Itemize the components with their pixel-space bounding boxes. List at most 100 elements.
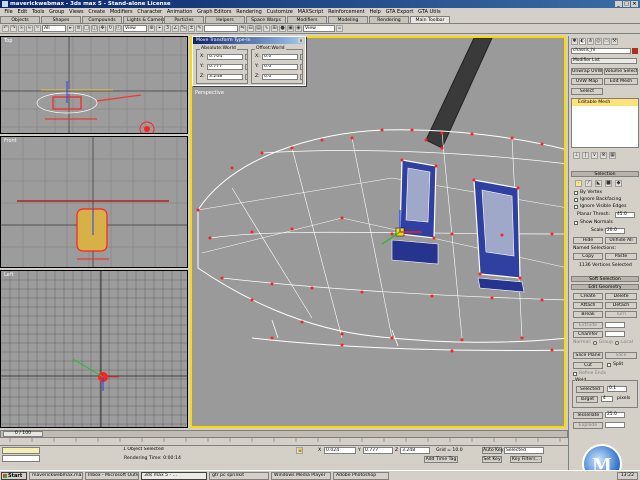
dialog-title[interactable]: Move Transform Type-In × (193, 37, 305, 44)
weld-threshold-input[interactable]: 0.1 (607, 386, 627, 392)
weld-selected-button[interactable]: Selected (576, 386, 604, 393)
menu-file[interactable]: File (2, 8, 15, 16)
menu-help[interactable]: Help (367, 8, 383, 16)
off-z-input[interactable] (262, 73, 298, 80)
tessellate-button[interactable]: Tessellate (573, 412, 603, 419)
polygon-mode-icon[interactable]: ■ (605, 180, 612, 187)
render-type-dropdown[interactable]: View (303, 25, 335, 32)
pivot-center-icon[interactable]: ⊕ (148, 25, 155, 32)
add-time-tag-button[interactable]: Add Time Tag (424, 456, 458, 463)
menu-customize[interactable]: Customize (264, 8, 295, 16)
menu-edit[interactable]: Edit (15, 8, 29, 16)
weld-target-button[interactable]: Target (576, 396, 598, 403)
align-icon[interactable]: ⊟ (247, 25, 254, 32)
task-maverick[interactable]: maverickwebmax.max - 3... (29, 471, 83, 480)
menu-rendering[interactable]: Rendering (234, 8, 264, 16)
scale-icon[interactable]: ◰ (115, 25, 122, 32)
teapot-render-icon[interactable]: ☕ (336, 25, 343, 32)
rotate-icon[interactable]: ↻ (107, 25, 114, 32)
turn-button[interactable]: Turn (605, 311, 637, 318)
tab-main-toolbar[interactable]: Main Toolbar (410, 16, 450, 23)
edge-mode-icon[interactable]: ⁄ (585, 180, 592, 187)
time-slider-thumb[interactable]: 0 / 100 (3, 431, 43, 437)
display-tab-icon[interactable]: ▭ (603, 38, 610, 45)
key-mode-dropdown[interactable]: Selected (504, 447, 544, 454)
motion-tab-icon[interactable]: ◎ (595, 38, 602, 45)
weld-target-pixels-input[interactable]: 4 (601, 396, 613, 402)
edit-mesh-button[interactable]: Edit Mesh (604, 78, 638, 85)
maximize-icon[interactable]: □ (623, 1, 630, 7)
select-button[interactable]: Select (571, 88, 603, 95)
refine-ends-checkbox[interactable] (573, 372, 577, 376)
delete-button[interactable]: Delete (605, 293, 637, 300)
show-end-result-icon[interactable]: | (582, 152, 589, 159)
selection-rollout[interactable]: Selection (571, 171, 639, 177)
select-by-name-icon[interactable]: ≡ (75, 25, 82, 32)
modify-tab-icon[interactable]: ◐ (579, 38, 586, 45)
abs-x-spinner[interactable] (245, 53, 248, 60)
menu-reinforcement[interactable]: Reinforcement (326, 8, 367, 16)
tab-objects[interactable]: Objects (0, 16, 40, 23)
break-button[interactable]: Break (573, 311, 603, 318)
unwrap-uvw-button[interactable]: Unwrap UVW (571, 68, 603, 75)
rect-selection-icon[interactable]: □ (83, 25, 90, 32)
angle-snap-icon[interactable]: ∠ (172, 25, 179, 32)
abs-x-input[interactable] (207, 53, 243, 60)
modifier-list-dropdown[interactable]: Modifier List (571, 58, 637, 64)
normal-group-radio[interactable] (593, 341, 597, 345)
scale-input[interactable]: 20.0 (605, 228, 625, 234)
remove-modifier-icon[interactable]: ⊗ (600, 152, 607, 159)
menu-gta-utils[interactable]: GTA Utils (416, 8, 443, 16)
detach-button[interactable]: Detach (605, 302, 637, 309)
menu-group[interactable]: Group (47, 8, 67, 16)
render-scene-icon[interactable]: ▣ (287, 25, 294, 32)
task-media-player[interactable]: Windows Media Player (271, 471, 331, 480)
unhide-all-button[interactable]: Unhide All (605, 237, 637, 244)
explode-button[interactable]: Explode (573, 422, 603, 429)
ignore-visible-edges-checkbox[interactable] (574, 205, 578, 209)
key-filters-button[interactable]: Key Filters... (510, 456, 542, 463)
tab-shapes[interactable]: Shapes (41, 16, 81, 23)
slice-button[interactable]: Slice (605, 352, 637, 359)
off-y-spinner[interactable] (300, 63, 303, 70)
make-unique-icon[interactable]: ∨ (591, 152, 598, 159)
curve-editor-icon[interactable]: ∿ (263, 25, 270, 32)
named-selection-sets-field[interactable] (204, 25, 238, 32)
abs-z-input[interactable] (207, 73, 243, 80)
named-selection-icon[interactable]: ✎ (196, 25, 203, 32)
create-tab-icon[interactable]: ✱ (571, 38, 578, 45)
object-color-swatch[interactable] (632, 48, 638, 54)
extrude-amount-input[interactable] (605, 322, 625, 328)
by-vertex-checkbox[interactable] (574, 191, 578, 195)
z-coordinate[interactable]: 3.248 (400, 447, 430, 454)
menu-maxscript[interactable]: MAXScript (295, 8, 325, 16)
dialog-close-icon[interactable]: × (298, 38, 304, 43)
task-outlook[interactable]: Inbox - Microsoft Outlook (85, 471, 139, 480)
copy-button[interactable]: Copy (573, 253, 603, 260)
attach-button[interactable]: Attach (573, 302, 603, 309)
task-3dsmax[interactable]: 3ds max 5 - ... (141, 471, 207, 480)
menu-create[interactable]: Create (86, 8, 107, 16)
split-checkbox[interactable] (607, 363, 611, 367)
menu-gta-export[interactable]: GTA Export (383, 8, 416, 16)
pin-stack-icon[interactable]: ⊥ (573, 152, 580, 159)
select-object-icon[interactable]: ▸ (67, 25, 74, 32)
tab-lights-cameras[interactable]: Lights & Cameras (123, 16, 168, 23)
quick-render-icon[interactable]: ◉ (295, 25, 302, 32)
menu-views[interactable]: Views (67, 8, 86, 16)
chamfer-button[interactable]: Chamfer (573, 331, 603, 338)
material-editor-icon[interactable]: ● (279, 25, 286, 32)
select-manipulate-icon[interactable]: ⌖ (156, 25, 163, 32)
paste-button[interactable]: Paste (605, 253, 637, 260)
off-y-input[interactable] (262, 63, 298, 70)
chamfer-amount-input[interactable] (605, 331, 625, 337)
spinner-snap-icon[interactable]: ± (188, 25, 195, 32)
undo-icon[interactable]: ↶ (2, 25, 9, 32)
explode-angle-input[interactable] (605, 422, 625, 428)
layer-manager-icon[interactable]: ▤ (255, 25, 262, 32)
off-x-input[interactable] (262, 53, 298, 60)
tab-modifiers[interactable]: Modifiers (287, 16, 327, 23)
stack-item-editable-mesh[interactable]: Editable Mesh (572, 99, 638, 106)
minimize-icon[interactable]: _ (615, 1, 622, 7)
face-mode-icon[interactable]: ◣ (595, 180, 602, 187)
